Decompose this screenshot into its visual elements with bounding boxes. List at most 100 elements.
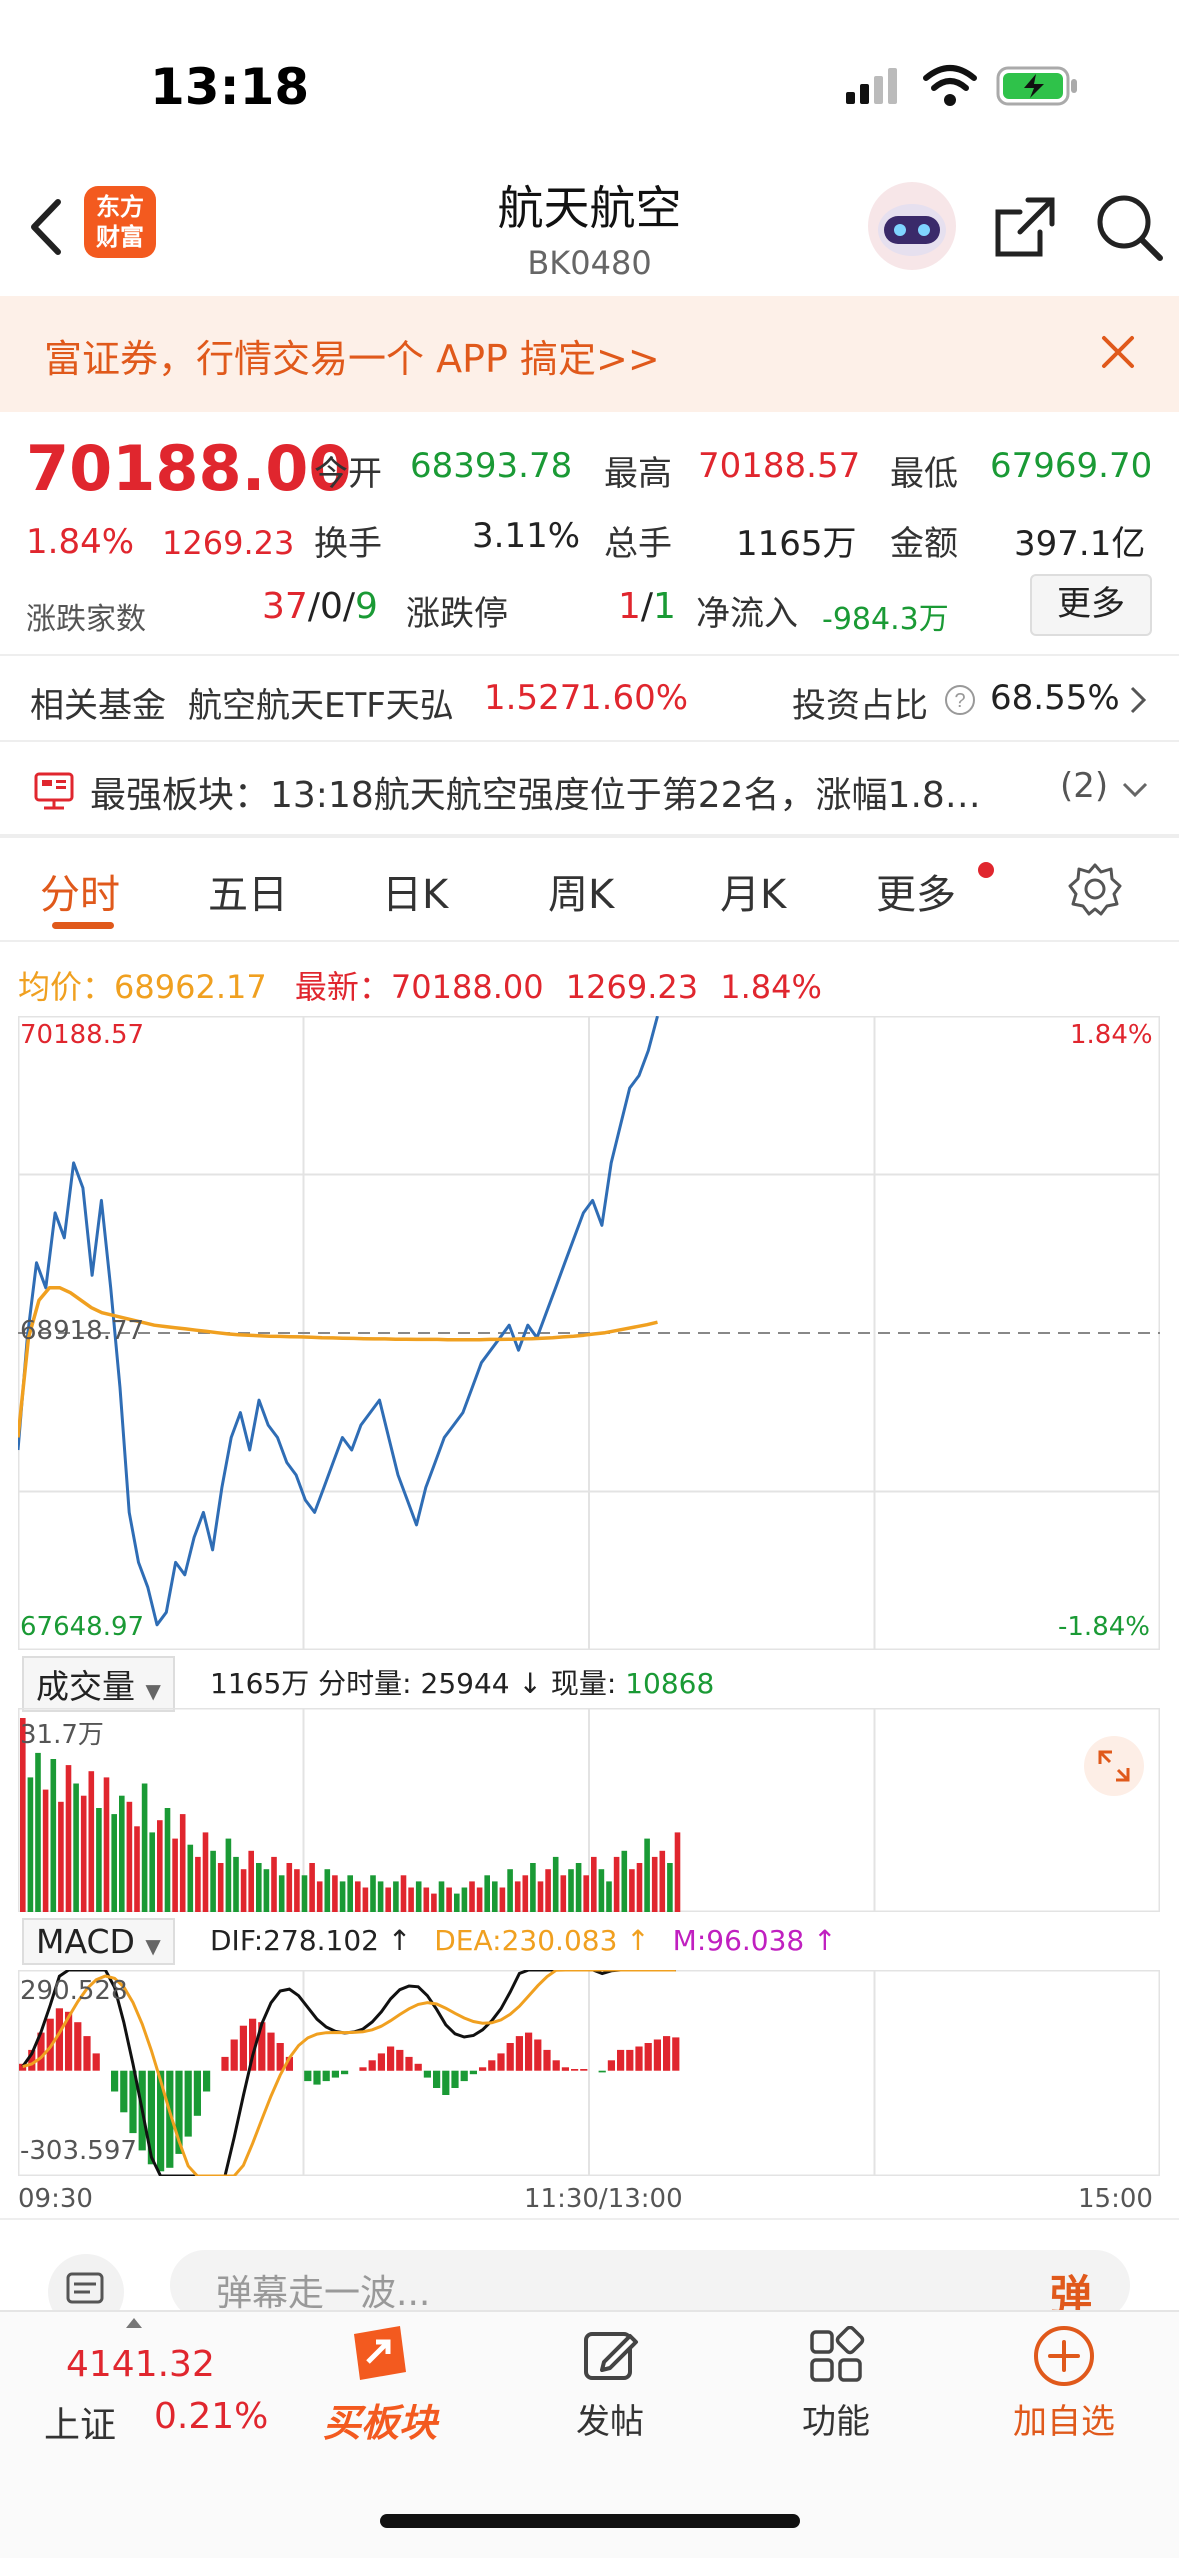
price-axis-high: 70188.57 [20,1020,145,1050]
volume-bar [164,1808,171,1912]
volume-bar [621,1850,628,1912]
search-icon[interactable] [1094,192,1164,262]
macd-histogram-bar [469,2070,477,2075]
tab-minute[interactable]: 分时 [40,862,120,920]
macd-histogram-bar [359,2067,367,2071]
signal-icon [846,68,897,104]
chart-header: 均价：68962.17 最新：70188.00 1269.23 1.84% [18,962,822,1008]
tab-month-k[interactable]: 月K [720,862,786,920]
volume-bar [278,1875,285,1912]
macd-histogram-bar [396,2049,404,2071]
share-icon[interactable] [992,194,1058,260]
macd-chart[interactable] [18,1970,1160,2176]
macd-histogram-bar [644,2043,652,2071]
buy-board-icon[interactable] [344,2322,416,2386]
macd-histogram-bar [626,2049,634,2071]
fund-name[interactable]: 航空航天ETF天弘 [188,678,454,727]
volume-bar [202,1832,209,1912]
settings-gear-icon[interactable] [1068,862,1122,916]
comment-icon[interactable] [46,2252,126,2312]
volume-bar [598,1869,605,1912]
macd-histogram-bar [672,2037,680,2071]
buy-board-button[interactable]: 买板块 [280,2392,480,2447]
macd-m: M:96.038 ↑ [672,1924,837,1957]
function-button[interactable]: 功能 [736,2394,936,2443]
volume-bar [157,1820,163,1912]
volume-bar [126,1801,133,1912]
more-button[interactable]: 更多 [1030,574,1152,636]
promo-banner-text[interactable]: 富证券，行情交易一个 APP 搞定>> [44,328,660,383]
open-label: 今开 [314,454,382,494]
volume-bar [613,1856,620,1912]
volume-bar [134,1826,140,1912]
macd-histogram-bar [92,2053,100,2071]
volume-bar [636,1863,643,1912]
volume-bar [476,1887,483,1912]
expand-icon[interactable] [1082,1734,1146,1798]
macd-histogram-bar [405,2056,413,2071]
breadth-flat: 0 [319,586,343,627]
tab-week-k[interactable]: 周K [548,862,614,920]
current-volume-label: 现量: [550,1667,617,1700]
add-watchlist-button[interactable]: 加自选 [964,2394,1164,2443]
dropdown-caret-icon: ▼ [145,1934,161,1958]
breadth-down: 9 [355,586,378,627]
volume-bar [560,1875,567,1912]
battery-icon [996,66,1077,106]
macd-histogram-bar [193,2070,201,2116]
chevron-right-icon[interactable] [1126,684,1150,716]
volume-bar [286,1863,293,1912]
volume-bar [591,1856,597,1912]
macd-histogram-bar [534,2039,542,2071]
volume-bar [385,1887,391,1912]
macd-histogram-bar [479,2067,487,2071]
limit-up: 1 [618,586,641,627]
inflow-label: 净流入 [696,594,798,634]
index-value[interactable]: 4141.32 [66,2344,215,2385]
tab-day-k[interactable]: 日K [382,862,448,920]
macd-histogram-bar [221,2056,229,2071]
tab-five-day[interactable]: 五日 [208,862,288,920]
function-grid-icon[interactable] [806,2326,866,2386]
robot-avatar-icon[interactable] [866,180,958,272]
volume-total: 1165万 [210,1667,310,1700]
intraday-price-chart[interactable] [18,1016,1160,1650]
volume-bar [530,1863,536,1912]
volume-chart[interactable] [18,1708,1160,1912]
index-name[interactable]: 上证 [44,2396,116,2448]
volume-label: 总手 [604,524,672,564]
volume-indicator-dropdown[interactable]: 成交量 ▼ [22,1656,175,1712]
tab-more[interactable]: 更多 [876,862,956,920]
divider [0,940,1179,942]
post-button[interactable]: 发帖 [510,2394,710,2443]
macd-histogram-bar [653,2039,661,2071]
limit-down: 1 [653,586,676,627]
avg-label: 均价： [18,968,115,1006]
volume-bar [217,1863,224,1912]
volume-bar [446,1887,452,1912]
help-icon[interactable]: ? [944,684,976,716]
volume-bar [256,1863,262,1912]
close-icon[interactable] [1100,334,1136,370]
macd-histogram-bar [561,2067,569,2071]
add-watchlist-icon[interactable] [1032,2324,1096,2388]
macd-histogram-bar [203,2070,211,2092]
index-pct[interactable]: 0.21% [154,2396,268,2437]
macd-histogram-bar [184,2070,192,2137]
volume-bar [347,1875,353,1912]
macd-stats: DIF:278.102 ↑ DEA:230.083 ↑ M:96.038 ↑ [210,1924,837,1957]
macd-indicator-dropdown[interactable]: MACD ▼ [22,1918,175,1965]
strongest-board-text[interactable]: 最强板块：13:18航天航空强度位于第22名，涨幅1.8… [90,766,981,818]
macd-histogram-bar [239,2025,247,2071]
chevron-down-icon[interactable] [1120,780,1150,800]
volume-bar [88,1771,95,1912]
macd-histogram-bar [83,2036,91,2071]
volume-bar [423,1887,430,1912]
macd-histogram-bar [267,2032,275,2071]
post-edit-icon[interactable] [580,2326,640,2386]
volume-bar [575,1863,582,1912]
collapse-up-icon[interactable] [124,2316,144,2330]
volume-bar [568,1869,574,1912]
volume-bar [172,1838,178,1912]
macd-histogram-bar [571,2069,579,2071]
